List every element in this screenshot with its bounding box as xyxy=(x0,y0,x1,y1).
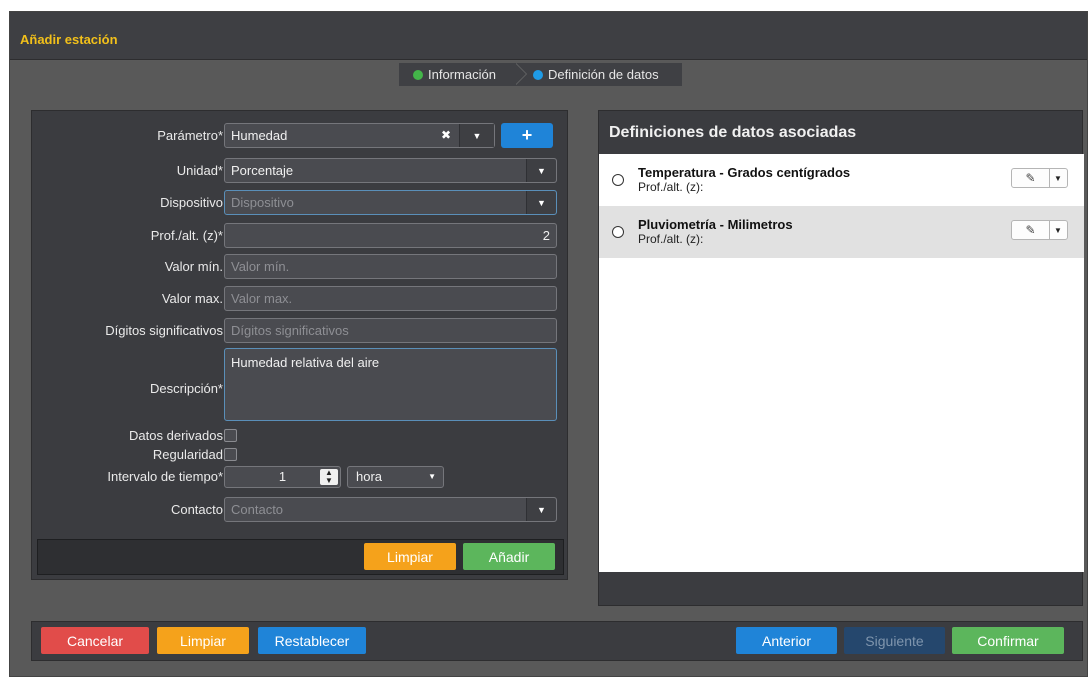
row-regularidad: Regularidad xyxy=(32,446,569,465)
chevron-down-icon[interactable]: ▼ xyxy=(526,159,556,182)
dialog-title: Añadir estación xyxy=(20,32,118,47)
chevron-down-icon[interactable]: ▼ xyxy=(459,124,494,147)
row-prof: Prof./alt. (z)* 2 xyxy=(32,223,569,248)
prof-input[interactable]: 2 xyxy=(224,223,557,248)
row-derivados: Datos derivados xyxy=(32,427,569,446)
chevron-down-icon[interactable]: ▼ xyxy=(1049,221,1067,239)
chevron-down-icon[interactable]: ▼ xyxy=(1049,169,1067,187)
descripcion-label: Descripción* xyxy=(150,381,223,396)
panel-title: Definiciones de datos asociadas xyxy=(609,124,857,141)
wizard-steps: Información Definición de datos xyxy=(399,63,682,86)
parametro-select[interactable]: Humedad ✖ ▼ xyxy=(224,123,495,148)
derivados-checkbox[interactable] xyxy=(224,429,237,442)
step-informacion[interactable]: Información xyxy=(399,63,527,86)
regularidad-label: Regularidad xyxy=(152,447,223,462)
form-footer: Limpiar Añadir xyxy=(37,539,564,575)
dispositivo-select[interactable]: Dispositivo ▼ xyxy=(224,190,557,215)
item-actions: ✎ ▼ xyxy=(1011,220,1068,240)
parametro-label: Parámetro* xyxy=(157,128,223,143)
clear-icon[interactable]: ✖ xyxy=(441,128,451,142)
radio-button[interactable] xyxy=(612,174,624,186)
derivados-label: Datos derivados xyxy=(129,428,223,443)
unidad-label: Unidad* xyxy=(176,163,223,178)
siguiente-button[interactable]: Siguiente xyxy=(844,627,945,654)
item-title: Pluviometría - Milimetros xyxy=(638,217,793,232)
step-label: Información xyxy=(428,67,496,82)
contacto-select[interactable]: Contacto ▼ xyxy=(224,497,557,522)
associated-definitions-panel: Definiciones de datos asociadas Temperat… xyxy=(598,110,1084,606)
unidad-select[interactable]: Porcentaje ▼ xyxy=(224,158,557,183)
descripcion-textarea[interactable]: Humedad relativa del aire xyxy=(224,348,557,421)
form-limpiar-button[interactable]: Limpiar xyxy=(364,543,456,570)
chevron-down-icon[interactable]: ▼ xyxy=(526,498,556,521)
edit-icon[interactable]: ✎ xyxy=(1012,169,1050,187)
parametro-value: Humedad xyxy=(231,128,288,143)
item-title: Temperatura - Grados centígrados xyxy=(638,165,851,180)
intervalo-unit-select[interactable]: hora ▼ xyxy=(347,466,444,488)
valor-min-label: Valor mín. xyxy=(164,259,223,274)
prof-label: Prof./alt. (z)* xyxy=(150,228,223,243)
list-item[interactable]: Temperatura - Grados centígrados Prof./a… xyxy=(599,154,1084,206)
valor-max-label: Valor max. xyxy=(161,291,223,306)
add-parametro-button[interactable]: + xyxy=(501,123,553,148)
dispositivo-label: Dispositivo xyxy=(160,195,223,210)
valor-min-input[interactable]: Valor mín. xyxy=(224,254,557,279)
restablecer-button[interactable]: Restablecer xyxy=(258,627,366,654)
row-intervalo: Intervalo de tiempo* 1 ▲ ▼ hora ▼ xyxy=(32,466,569,488)
item-actions: ✎ ▼ xyxy=(1011,168,1068,188)
radio-button[interactable] xyxy=(612,226,624,238)
item-subtitle: Prof./alt. (z): xyxy=(638,232,704,246)
plus-icon: + xyxy=(521,125,533,145)
dialog-header: Añadir estación xyxy=(10,12,1087,60)
intervalo-stepper[interactable]: 1 ▲ ▼ xyxy=(224,466,341,488)
step-active-dot-icon xyxy=(533,69,543,80)
row-contacto: Contacto Contacto ▼ xyxy=(32,497,569,522)
contacto-label: Contacto xyxy=(170,502,223,517)
regularidad-checkbox[interactable] xyxy=(224,448,237,461)
step-arrow-icon xyxy=(515,63,526,85)
data-definition-form: Parámetro* Humedad ✖ ▼ + Unidad* Porcent… xyxy=(31,110,568,580)
row-digitos: Dígitos significativos Dígitos significa… xyxy=(32,318,569,343)
intervalo-unit-value: hora xyxy=(356,469,383,484)
step-definicion-datos[interactable]: Definición de datos xyxy=(503,63,682,86)
confirmar-button[interactable]: Confirmar xyxy=(952,627,1064,654)
unidad-value: Porcentaje xyxy=(231,163,294,178)
digitos-input[interactable]: Dígitos significativos xyxy=(224,318,557,343)
anterior-button[interactable]: Anterior xyxy=(736,627,837,654)
limpiar-button[interactable]: Limpiar xyxy=(157,627,249,654)
step-complete-dot-icon xyxy=(413,69,423,80)
row-descripcion: Descripción* Humedad relativa del aire xyxy=(32,348,569,422)
chevron-down-icon: ▼ xyxy=(428,472,436,481)
dispositivo-placeholder: Dispositivo xyxy=(231,195,294,210)
contacto-placeholder: Contacto xyxy=(231,502,284,517)
stepper-icon[interactable]: ▲ ▼ xyxy=(320,469,338,485)
step-label: Definición de datos xyxy=(548,67,659,82)
row-valor-min: Valor mín. Valor mín. xyxy=(32,254,569,279)
form-anadir-button[interactable]: Añadir xyxy=(463,543,555,570)
row-unidad: Unidad* Porcentaje ▼ xyxy=(32,158,569,183)
row-parametro: Parámetro* Humedad ✖ ▼ + xyxy=(32,123,569,148)
edit-icon[interactable]: ✎ xyxy=(1012,221,1050,239)
list-item[interactable]: Pluviometría - Milimetros Prof./alt. (z)… xyxy=(599,206,1084,258)
item-subtitle: Prof./alt. (z): xyxy=(638,180,704,194)
row-valor-max: Valor max. Valor max. xyxy=(32,286,569,311)
row-dispositivo: Dispositivo Dispositivo ▼ xyxy=(32,190,569,215)
definitions-list: Temperatura - Grados centígrados Prof./a… xyxy=(599,154,1084,572)
dialog-button-bar: Cancelar Limpiar Restablecer Anterior Si… xyxy=(31,621,1083,661)
intervalo-label: Intervalo de tiempo* xyxy=(107,469,223,484)
cancelar-button[interactable]: Cancelar xyxy=(41,627,149,654)
valor-max-input[interactable]: Valor max. xyxy=(224,286,557,311)
digitos-label: Dígitos significativos xyxy=(105,323,223,338)
intervalo-value: 1 xyxy=(278,469,287,484)
chevron-down-icon[interactable]: ▼ xyxy=(526,191,556,214)
